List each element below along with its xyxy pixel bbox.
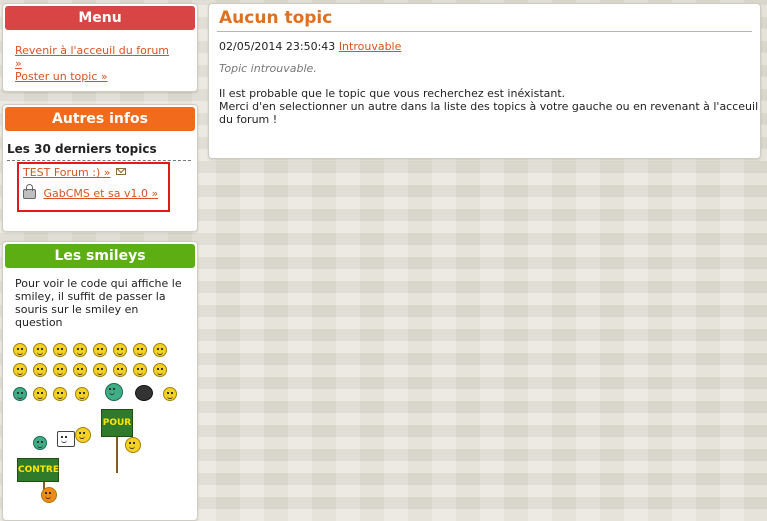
smileys-panel: Les smileys Pour voir le code qui affich…: [2, 241, 198, 521]
smiley-icon[interactable]: [113, 363, 127, 377]
smiley-icon[interactable]: [125, 437, 141, 453]
smiley-icon[interactable]: [73, 343, 87, 357]
smiley-icon[interactable]: [105, 383, 123, 401]
contre-sign[interactable]: CONTRE: [17, 458, 59, 482]
mail-icon: [115, 168, 126, 175]
smiley-icon[interactable]: [133, 363, 147, 377]
smiley-icon[interactable]: [33, 387, 47, 401]
smiley-icon[interactable]: [13, 363, 27, 377]
divider: [7, 160, 191, 161]
smiley-icon[interactable]: [75, 387, 89, 401]
recent-topics-list: TEST Forum :) » GabCMS et sa v1.0 »: [17, 162, 170, 212]
pour-sign[interactable]: POUR: [101, 409, 133, 437]
smiley-icon[interactable]: [33, 363, 47, 377]
smiley-icon[interactable]: [135, 385, 153, 401]
page-title: Aucun topic: [219, 8, 333, 28]
smiley-icon[interactable]: [53, 343, 67, 357]
topic-meta: 02/05/2014 23:50:43 Introuvable: [209, 32, 760, 53]
smiley-icon[interactable]: [53, 387, 67, 401]
smiley-icon[interactable]: [33, 343, 47, 357]
menu-links: Revenir à l'acceuil du forum » Poster un…: [3, 30, 197, 83]
smiley-icon[interactable]: [73, 363, 87, 377]
smiley-icon[interactable]: [163, 387, 177, 401]
recent-topics-title: Les 30 derniers topics: [7, 142, 157, 156]
topic-note: Topic introuvable.: [219, 62, 317, 75]
smiley-icon[interactable]: [113, 343, 127, 357]
sign-pole: [116, 433, 118, 473]
home-link-arrow[interactable]: »: [15, 57, 197, 70]
smileys-header: Les smileys: [5, 244, 195, 268]
smiley-icon[interactable]: [13, 387, 27, 401]
body-paragraph: Il est probable que le topic que vous re…: [219, 87, 566, 100]
smiley-icon[interactable]: [13, 343, 27, 357]
infos-header: Autres infos: [5, 107, 195, 131]
smiley-icon[interactable]: [57, 431, 75, 447]
topic-link[interactable]: GabCMS et sa v1.0 »: [44, 187, 159, 200]
smiley-icon[interactable]: [75, 427, 91, 443]
menu-header: Menu: [5, 6, 195, 30]
topic-item: GabCMS et sa v1.0 »: [23, 184, 159, 200]
smileys-description: Pour voir le code qui affiche le smiley,…: [15, 277, 182, 329]
smiley-icon[interactable]: [153, 363, 167, 377]
topic-body: Il est probable que le topic que vous re…: [209, 75, 760, 126]
smiley-icon[interactable]: [41, 487, 57, 503]
smiley-icon[interactable]: [33, 436, 47, 450]
smiley-icon[interactable]: [93, 343, 107, 357]
main-panel: Aucun topic 02/05/2014 23:50:43 Introuva…: [208, 3, 761, 159]
post-date: 02/05/2014 23:50:43: [219, 40, 336, 53]
smiley-icon[interactable]: [53, 363, 67, 377]
menu-panel: Menu Revenir à l'acceuil du forum » Post…: [2, 3, 198, 92]
lock-icon: [23, 184, 36, 199]
smiley-icon[interactable]: [153, 343, 167, 357]
topic-link[interactable]: TEST Forum :) »: [23, 166, 110, 179]
author-link[interactable]: Introuvable: [339, 40, 402, 53]
smiley-icon[interactable]: [93, 363, 107, 377]
smiley-icon[interactable]: [133, 343, 147, 357]
post-topic-link[interactable]: Poster un topic »: [15, 70, 197, 83]
body-paragraph: Merci d'en selectionner un autre dans la…: [219, 100, 759, 126]
infos-panel: Autres infos Les 30 derniers topics TEST…: [2, 104, 198, 232]
home-link[interactable]: Revenir à l'acceuil du forum: [15, 44, 197, 57]
topic-item: TEST Forum :) »: [23, 166, 126, 179]
